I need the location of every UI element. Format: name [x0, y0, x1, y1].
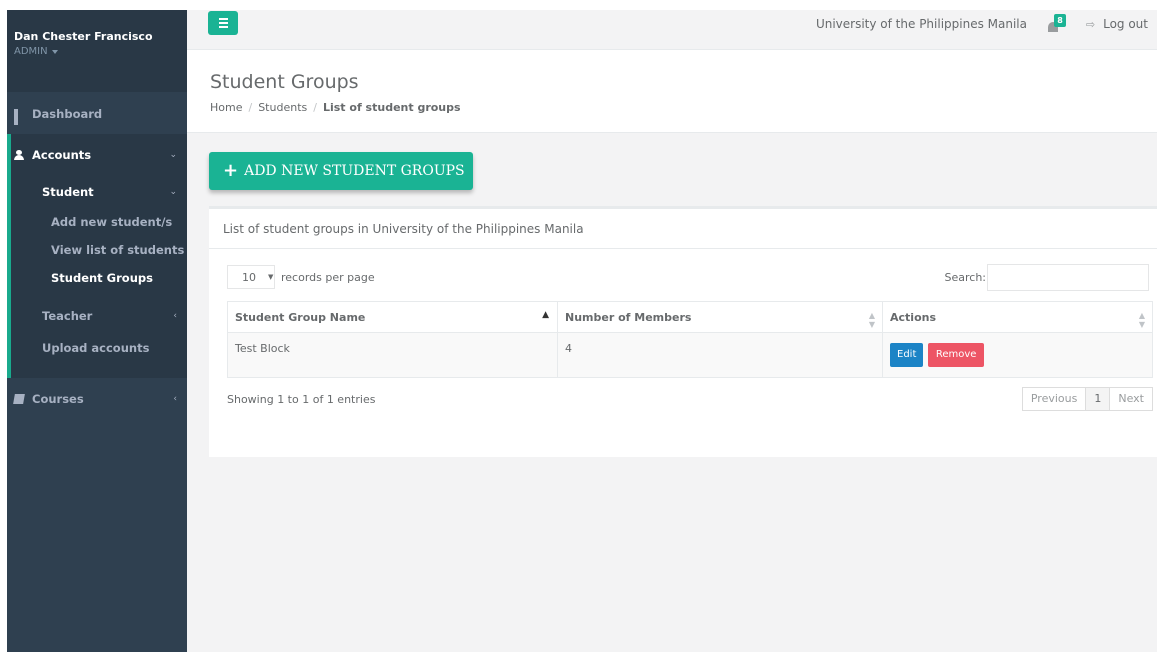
sidebar-item-student[interactable]: Student ⌄: [11, 176, 187, 208]
main-content: + ADD NEW STUDENT GROUPS List of student…: [187, 133, 1157, 652]
menu-icon: [218, 18, 228, 20]
plus-icon: +: [223, 160, 239, 181]
sidebar-item-label: Dashboard: [32, 106, 103, 121]
breadcrumb: Home / Students / List of student groups: [210, 101, 461, 114]
cell-group-name: Test Block: [227, 332, 558, 378]
sort-ascending-icon: ▲: [542, 310, 549, 320]
sidebar-item-label: Add new student/s: [51, 215, 173, 229]
sidebar-group-accounts: Accounts ⌄ Student ⌄ Add new student/s V…: [7, 134, 187, 378]
pagination-page[interactable]: 1: [1085, 387, 1111, 411]
sidebar-item-label: View list of students: [51, 243, 185, 257]
profile-role-dropdown[interactable]: ADMIN: [14, 46, 187, 57]
column-header-label: Actions: [890, 310, 936, 324]
column-header-label: Number of Members: [565, 310, 692, 324]
edit-button[interactable]: Edit: [890, 343, 924, 367]
student-groups-panel: List of student groups in University of …: [209, 206, 1157, 457]
sidebar-item-accounts[interactable]: Accounts ⌄: [11, 134, 187, 176]
top-navbar: University of the Philippines Manila 8 ⇨…: [187, 10, 1157, 50]
menu-toggle-button[interactable]: [208, 11, 238, 35]
sidebar-item-dashboard[interactable]: Dashboard: [7, 92, 187, 134]
sidebar-item-view-students[interactable]: View list of students: [11, 236, 187, 264]
add-button-label: ADD NEW STUDENT GROUPS: [244, 163, 465, 179]
sort-icon: ▲ ▼: [1138, 311, 1145, 329]
chevron-left-icon: ‹: [173, 311, 177, 321]
breadcrumb-home[interactable]: Home: [210, 101, 242, 114]
profile-name: Dan Chester Francisco: [14, 30, 153, 43]
breadcrumb-students[interactable]: Students: [258, 101, 307, 114]
student-groups-table: Student Group Name ▲ Number of Members ▲…: [227, 301, 1153, 378]
page-title: Student Groups: [210, 71, 359, 93]
table-row: Test Block 4 Edit Remove: [227, 332, 1153, 378]
column-header-members[interactable]: Number of Members ▲ ▼: [557, 301, 883, 333]
panel-title: List of student groups in University of …: [209, 209, 1157, 249]
breadcrumb-separator: /: [248, 101, 253, 114]
remove-button[interactable]: Remove: [927, 343, 985, 367]
logout-label: Log out: [1103, 17, 1148, 31]
sidebar-item-label: Accounts: [32, 148, 92, 162]
grid-icon: [14, 108, 24, 125]
sidebar-item-add-student[interactable]: Add new student/s: [11, 208, 187, 236]
search-input[interactable]: [987, 264, 1149, 291]
sign-out-icon: ⇨: [1085, 17, 1096, 31]
column-header-label: Student Group Name: [235, 310, 366, 324]
sidebar-item-courses[interactable]: Courses ‹: [7, 378, 187, 420]
profile-header: Dan Chester Francisco ADMIN: [7, 10, 187, 92]
organization-name: University of the Philippines Manila: [815, 17, 1027, 31]
pagination-next[interactable]: Next: [1109, 387, 1153, 411]
sidebar-item-student-groups[interactable]: Student Groups: [11, 264, 187, 292]
table-header-row: Student Group Name ▲ Number of Members ▲…: [227, 301, 1153, 333]
page-length-select[interactable]: 10 ▼: [227, 265, 275, 289]
add-student-groups-button[interactable]: + ADD NEW STUDENT GROUPS: [209, 152, 473, 190]
cell-actions: Edit Remove: [882, 332, 1153, 378]
notification-count-badge: 8: [1054, 14, 1066, 27]
sidebar-item-label: Teacher: [42, 309, 93, 323]
breadcrumb-separator: /: [313, 101, 317, 114]
column-header-actions[interactable]: Actions ▲ ▼: [882, 301, 1153, 333]
notifications-button[interactable]: 8: [1046, 14, 1066, 34]
chevron-down-icon: ⌄: [169, 187, 177, 197]
book-icon: [13, 394, 25, 404]
user-icon: [14, 150, 24, 160]
sidebar-item-label: Student Groups: [51, 271, 153, 285]
chevron-down-icon: ⌄: [169, 150, 177, 160]
profile-role-label: ADMIN: [14, 46, 48, 57]
table-info: Showing 1 to 1 of 1 entries: [227, 393, 376, 406]
logout-link[interactable]: ⇨ Log out: [1086, 17, 1148, 31]
caret-down-icon: [51, 49, 58, 54]
pagination-previous[interactable]: Previous: [1021, 387, 1087, 411]
page-length-value: 10: [242, 270, 256, 284]
breadcrumb-current: List of student groups: [322, 101, 461, 114]
sidebar-item-label: Courses: [32, 392, 84, 406]
sidebar-item-upload-accounts[interactable]: Upload accounts: [11, 332, 187, 364]
page-length-label: records per page: [281, 270, 375, 284]
sidebar: Dan Chester Francisco ADMIN Dashboard Ac…: [7, 10, 187, 652]
search-label: Search:: [944, 271, 987, 284]
chevron-left-icon: ‹: [173, 394, 177, 404]
sort-icon: ▲ ▼: [868, 311, 875, 329]
page-length-control: 10 ▼ records per page: [227, 265, 375, 289]
page-heading: Student Groups Home / Students / List of…: [187, 50, 1157, 133]
column-header-group-name[interactable]: Student Group Name ▲: [227, 301, 558, 333]
sidebar-item-label: Student: [42, 185, 94, 199]
cell-member-count: 4: [557, 332, 883, 378]
sidebar-item-label: Upload accounts: [42, 341, 150, 355]
dropdown-arrow-icon: ▼: [268, 273, 274, 281]
search-control: Search:: [944, 264, 1149, 291]
sidebar-item-teacher[interactable]: Teacher ‹: [11, 300, 187, 332]
pagination: Previous 1 Next: [1021, 387, 1153, 411]
